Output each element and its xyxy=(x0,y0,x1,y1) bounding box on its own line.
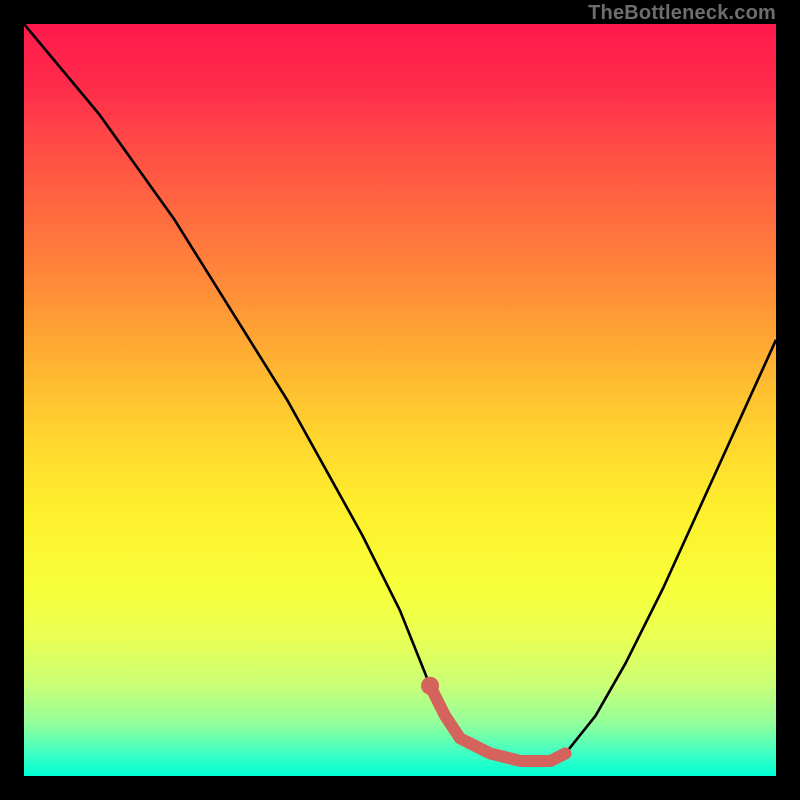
optimal-range-highlight xyxy=(430,686,565,761)
plot-area xyxy=(24,24,776,776)
optimal-range-start-dot xyxy=(421,677,439,695)
bottleneck-curve xyxy=(24,24,776,761)
watermark-text: TheBottleneck.com xyxy=(588,2,776,25)
chart-frame: TheBottleneck.com xyxy=(0,0,800,800)
chart-svg xyxy=(24,24,776,776)
